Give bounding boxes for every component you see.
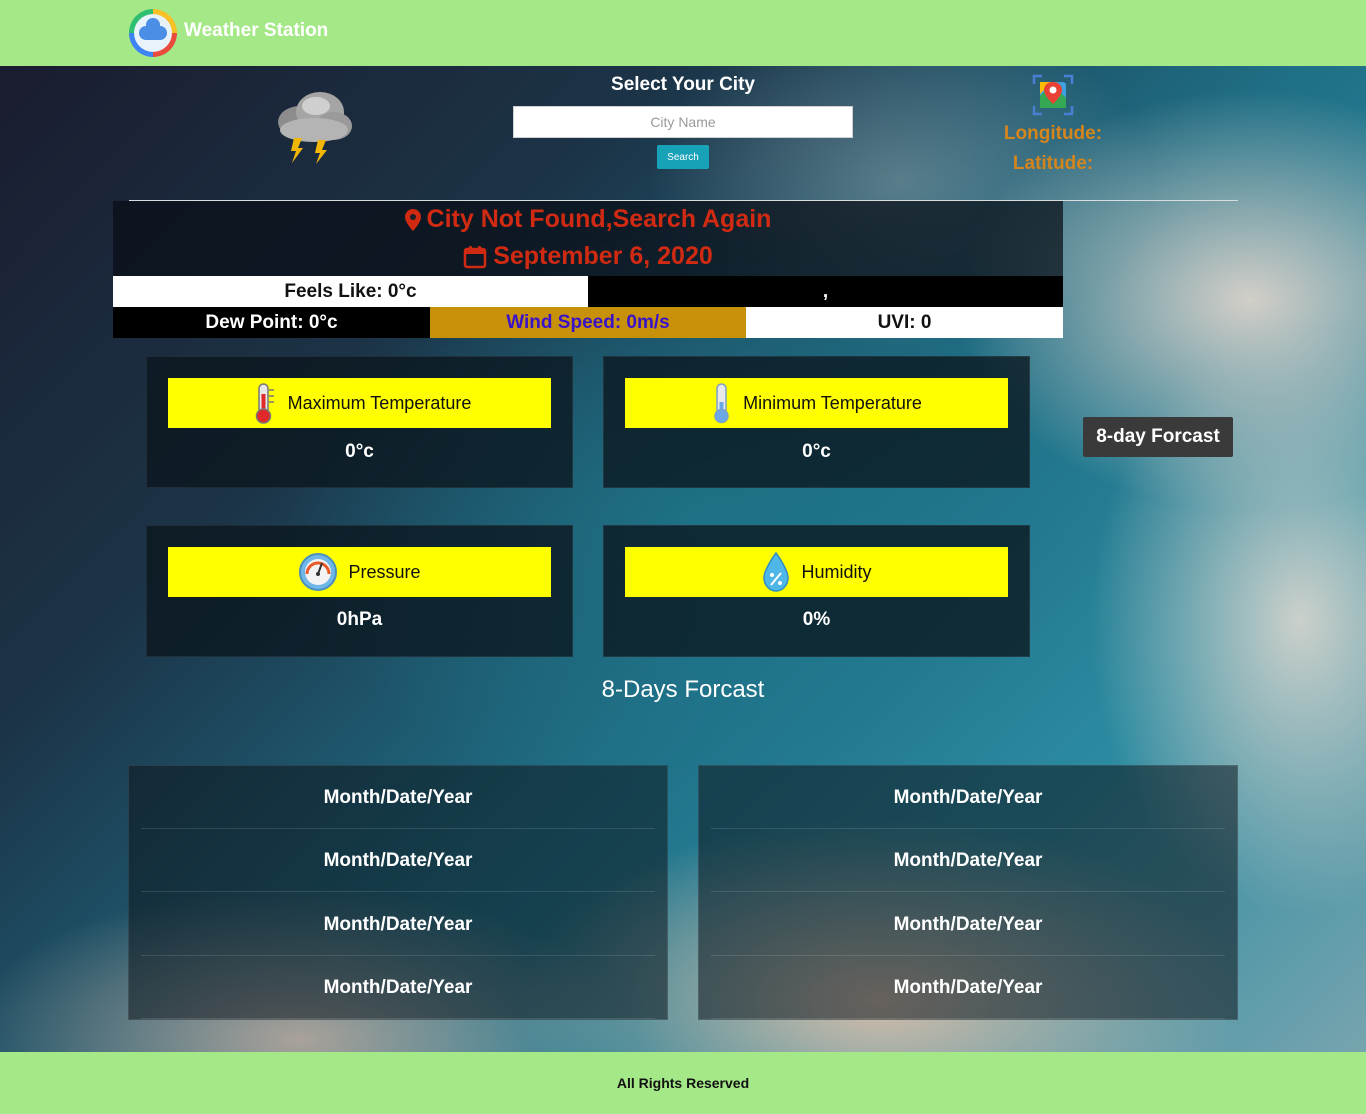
max-temp-header: Maximum Temperature <box>168 378 551 428</box>
pressure-card: Pressure 0hPa <box>146 525 573 657</box>
min-temp-label: Minimum Temperature <box>743 392 922 413</box>
humidity-card: Humidity 0% <box>603 525 1030 657</box>
map-location-icon <box>1032 74 1074 116</box>
wind-speed-value: Wind Speed: 0m/s <box>430 307 746 338</box>
forecast-date-item: Month/Date/Year <box>699 956 1237 1019</box>
weather-description: , <box>588 276 1063 307</box>
forecast-panel-right: Month/Date/Year Month/Date/Year Month/Da… <box>698 765 1238 1020</box>
current-weather-panel: City Not Found,Search Again September 6,… <box>113 201 1063 276</box>
forecast-date-item: Month/Date/Year <box>129 893 667 956</box>
humidity-drop-icon <box>763 551 790 592</box>
forecast-date-item: Month/Date/Year <box>129 956 667 1019</box>
forecast-panel-left: Month/Date/Year Month/Date/Year Month/Da… <box>128 765 668 1020</box>
forecast-title: 8-Days Forcast <box>601 676 765 703</box>
conditions-row: Dew Point: 0°c Wind Speed: 0m/s UVI: 0 <box>113 307 1063 338</box>
forecast-date-item: Month/Date/Year <box>129 766 667 829</box>
thermometer-hot-icon <box>255 383 274 424</box>
max-temp-card: Maximum Temperature 0°c <box>146 356 573 488</box>
pressure-header: Pressure <box>168 547 551 597</box>
app-title[interactable]: Weather Station <box>184 20 328 42</box>
current-date: September 6, 2020 <box>493 242 713 270</box>
forecast-date-item: Month/Date/Year <box>699 893 1237 956</box>
humidity-label: Humidity <box>801 561 872 582</box>
latitude-label: Latitude: <box>1012 153 1094 174</box>
select-city-heading: Select Your City <box>611 74 755 95</box>
max-temp-label: Maximum Temperature <box>287 392 472 413</box>
max-temp-value: 0°c <box>345 441 374 462</box>
thunderstorm-icon <box>278 92 352 164</box>
weather-logo-icon[interactable] <box>129 9 177 57</box>
humidity-header: Humidity <box>625 547 1008 597</box>
feels-like-row: Feels Like: 0°c , <box>113 276 1063 307</box>
date-line: September 6, 2020 <box>113 242 1063 271</box>
uvi-value: UVI: 0 <box>746 307 1063 338</box>
city-status-line: City Not Found,Search Again <box>113 205 1063 234</box>
thermometer-cold-icon <box>714 383 729 424</box>
forecast-date-item: Month/Date/Year <box>699 829 1237 892</box>
min-temp-header: Minimum Temperature <box>625 378 1008 428</box>
pressure-value: 0hPa <box>336 609 383 630</box>
city-status-text: City Not Found,Search Again <box>426 205 772 233</box>
eight-day-forecast-button[interactable]: 8-day Forcast <box>1083 417 1233 457</box>
calendar-icon <box>463 246 487 269</box>
dew-point-value: Dew Point: 0°c <box>113 307 430 338</box>
pressure-label: Pressure <box>348 561 421 582</box>
humidity-value: 0% <box>802 609 831 630</box>
min-temp-value: 0°c <box>802 441 831 462</box>
footer: All Rights Reserved <box>0 1052 1366 1114</box>
map-marker-icon <box>404 209 421 232</box>
forecast-date-item: Month/Date/Year <box>699 766 1237 829</box>
search-button[interactable]: Search <box>657 145 709 169</box>
footer-text: All Rights Reserved <box>616 1075 750 1091</box>
top-navbar: Weather Station <box>0 0 1366 66</box>
feels-like-value: Feels Like: 0°c <box>113 276 588 307</box>
longitude-label: Longitude: <box>1003 123 1103 144</box>
min-temp-card: Minimum Temperature 0°c <box>603 356 1030 488</box>
forecast-date-item: Month/Date/Year <box>129 829 667 892</box>
city-name-input[interactable] <box>513 106 853 138</box>
pressure-gauge-icon <box>299 553 338 591</box>
